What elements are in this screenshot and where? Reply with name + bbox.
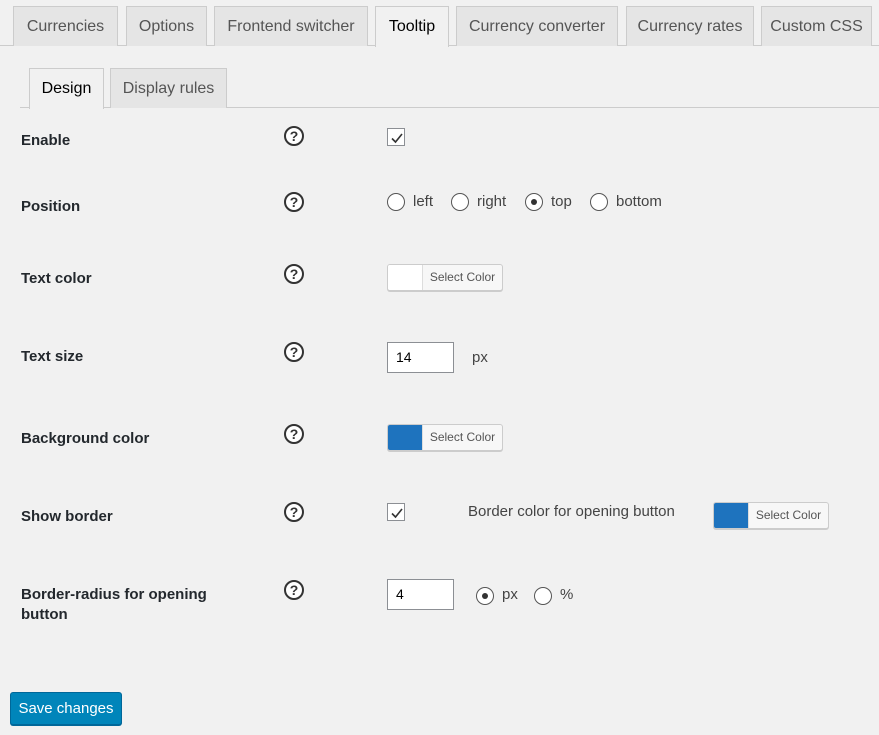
tab-currencies[interactable]: Currencies [13,6,118,46]
position-radio-bottom[interactable] [590,193,608,211]
show-border-help-icon[interactable]: ? [284,502,304,522]
tooltip-subtabs: Design Display rules [20,68,879,109]
border-radius-unit-px-label: px [502,586,518,603]
border-radius-label: Border-radius for opening button [21,586,207,623]
border-radius-input[interactable]: 4 [387,579,454,610]
position-label-top: top [551,193,572,210]
background-color-label: Background color [21,430,150,447]
border-color-picker-button[interactable]: Select Color [713,502,829,529]
text-color-help-icon[interactable]: ? [284,264,304,284]
checkmark-icon [391,508,403,519]
background-color-swatch [388,425,423,450]
tab-currency-converter[interactable]: Currency converter [456,6,618,46]
border-radius-help-icon[interactable]: ? [284,580,304,600]
position-help-icon[interactable]: ? [284,192,304,212]
text-size-input[interactable]: 14 [387,342,454,373]
text-color-swatch [388,265,423,290]
enable-help-icon[interactable]: ? [284,126,304,146]
position-label-left: left [413,193,434,210]
position-radio-top[interactable] [525,193,543,211]
text-size-label: Text size [21,348,84,365]
tab-options[interactable]: Options [126,6,207,46]
subtab-design[interactable]: Design [29,68,104,109]
tab-custom-css[interactable]: Custom CSS [761,6,872,46]
background-color-picker-button[interactable]: Select Color [387,424,503,451]
tab-tooltip[interactable]: Tooltip [375,6,449,47]
border-color-swatch [714,503,749,528]
text-size-help-icon[interactable]: ? [284,342,304,362]
checkmark-icon [391,133,403,144]
text-size-unit: px [472,349,488,366]
settings-tabs: Currencies Options Frontend switcher Too… [0,0,879,47]
show-border-label: Show border [21,508,113,525]
border-color-label: Border color for opening button [468,503,675,520]
save-changes-button[interactable]: Save changes [10,692,122,725]
subtab-display-rules[interactable]: Display rules [110,68,227,108]
show-border-checkbox[interactable] [387,503,405,521]
text-color-label: Text color [21,270,92,287]
position-radio-right[interactable] [451,193,469,211]
position-label-right: right [477,193,507,210]
border-radius-unit-px-radio[interactable] [476,587,494,605]
select-color-label: Select Color [429,430,496,444]
tab-frontend-switcher[interactable]: Frontend switcher [214,6,368,46]
select-color-label: Select Color [429,270,496,284]
tab-currency-rates[interactable]: Currency rates [626,6,754,46]
enable-checkbox[interactable] [387,128,405,146]
enable-label: Enable [21,132,71,149]
border-radius-unit-percent-radio[interactable] [534,587,552,605]
position-label: Position [21,198,81,215]
position-label-bottom: bottom [616,193,662,210]
background-color-help-icon[interactable]: ? [284,424,304,444]
position-radio-left[interactable] [387,193,405,211]
select-color-label: Select Color [755,508,822,522]
border-radius-unit-percent-label: % [560,586,574,603]
text-color-picker-button[interactable]: Select Color [387,264,503,291]
